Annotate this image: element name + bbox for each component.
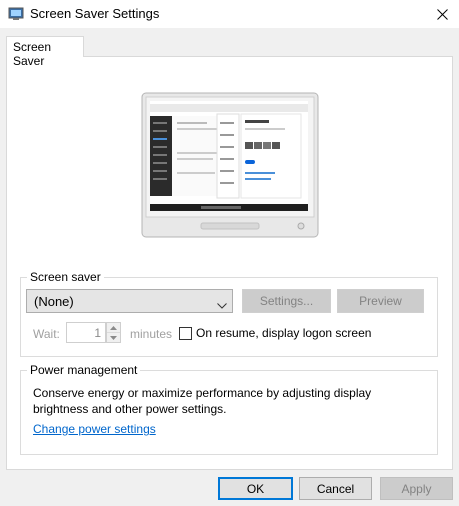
spin-up-icon[interactable] [107,323,120,333]
screen-saver-app-icon [8,7,24,21]
screen-saver-select-value: (None) [34,294,74,309]
spin-down-icon[interactable] [107,333,120,343]
wait-label: Wait: [33,327,60,341]
tab-screen-saver[interactable]: Screen Saver [6,36,84,68]
ok-button[interactable]: OK [218,477,293,500]
tab-panel: Screen saver (None) Settings... Preview … [6,56,453,470]
logon-checkbox[interactable] [179,327,192,340]
close-icon [436,8,448,20]
close-button[interactable] [425,0,459,28]
screen-saver-select[interactable]: (None) [26,289,233,313]
wait-minutes-input[interactable]: 1 [66,322,106,343]
preview-button[interactable]: Preview [337,289,424,313]
wait-spinner [106,322,121,343]
power-management-group-label: Power management [27,363,141,377]
cancel-button[interactable]: Cancel [299,477,372,500]
title-bar: Screen Saver Settings [0,0,459,28]
power-description: Conserve energy or maximize performance … [33,386,372,416]
apply-button[interactable]: Apply [380,477,453,500]
minutes-label: minutes [130,327,173,341]
logon-checkbox-label[interactable]: On resume, display logon screen [196,326,371,340]
screen-saver-group-label: Screen saver [27,270,104,284]
dialog-body: Screen Saver Screen saver (None) Setting… [0,28,459,506]
chevron-down-icon [217,297,227,312]
window-title: Screen Saver Settings [30,6,160,21]
screen-preview-monitor [141,92,319,238]
settings-button[interactable]: Settings... [242,289,331,313]
change-power-settings-link[interactable]: Change power settings [33,422,156,436]
